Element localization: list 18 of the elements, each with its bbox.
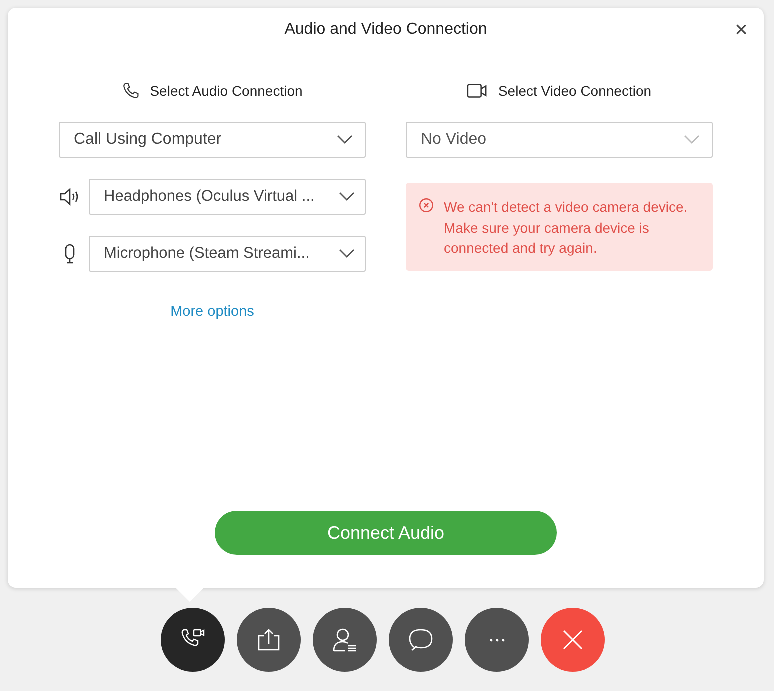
chevron-icon [339,192,355,202]
audio-heading: Select Audio Connection [150,83,303,99]
error-text: We can't detect a video camera device. Make sure your camera device is connected and try again. [444,198,689,258]
audio-connection-dropdown[interactable]: Call Using Computer [59,122,366,158]
device-dropdown[interactable]: Headphones (Oculus Virtual ... [89,179,366,215]
more-icon [490,638,504,642]
chevron-icon [684,135,700,145]
error-icon [419,198,434,213]
video-camera-icon [467,83,488,99]
more-options-link[interactable]: More options [170,304,254,320]
dialog-title: Audio and Video Connection [284,21,488,39]
video-heading: Select Video Connection [498,83,652,99]
speaker-icon [59,187,81,207]
device-dropdown[interactable]: Microphone (Steam Streami... [89,236,366,272]
close-button[interactable]: × [731,18,752,42]
phone-icon [122,82,140,100]
chevron-icon [337,135,353,145]
chevron-icon [339,249,355,259]
